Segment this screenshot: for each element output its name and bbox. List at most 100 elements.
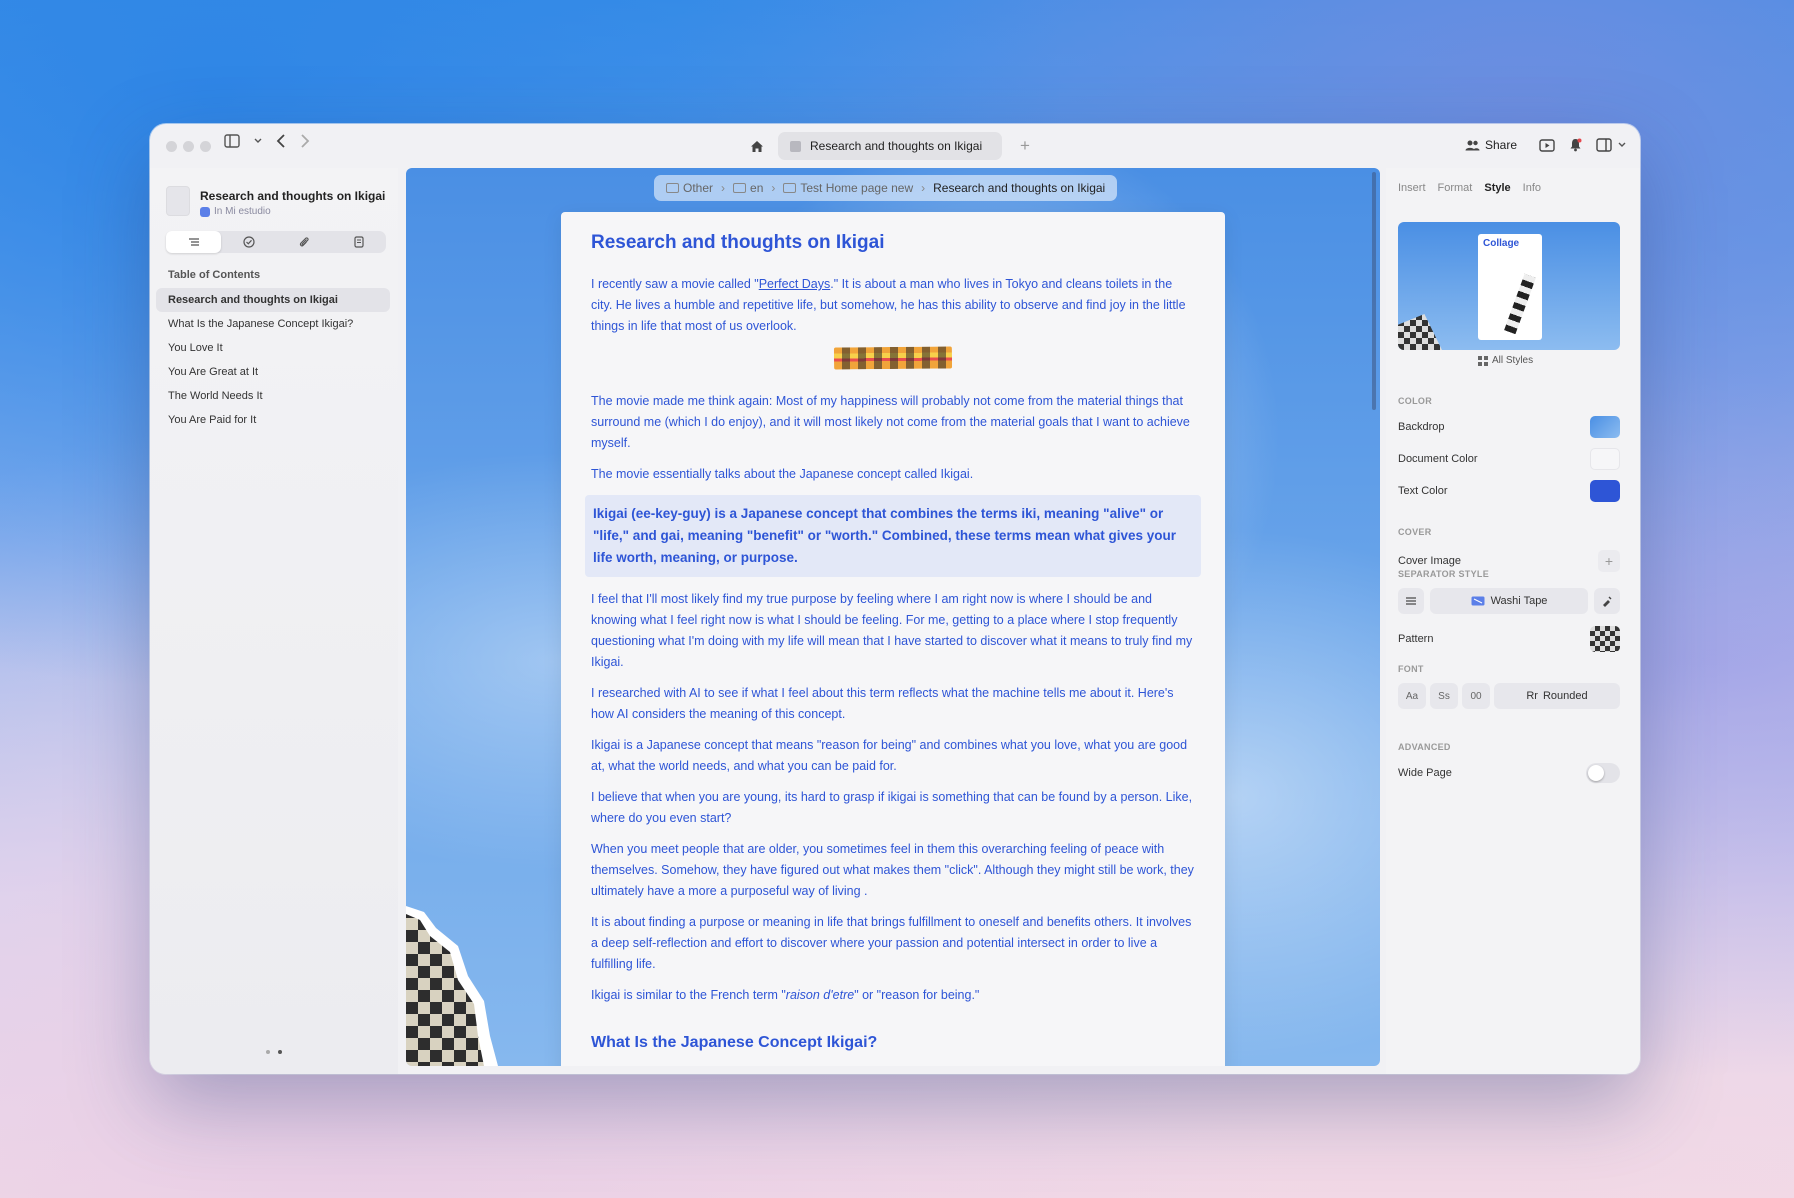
font-serif-option[interactable]: Ss	[1430, 683, 1458, 709]
tab-insert[interactable]: Insert	[1398, 182, 1426, 194]
tab-info[interactable]: Info	[1523, 182, 1541, 194]
sidebar-document-title: Research and thoughts on Ikigai	[200, 189, 386, 203]
left-sidebar: Research and thoughts on Ikigai In Mi es…	[150, 168, 398, 1074]
back-arrow-icon[interactable]	[276, 134, 286, 148]
scrollbar[interactable]	[1372, 172, 1376, 410]
color-section-heading: COLOR	[1398, 396, 1432, 406]
toc-heading: Table of Contents	[168, 269, 261, 281]
pattern-swatch[interactable]	[1590, 626, 1620, 652]
paragraph[interactable]: The movie made me think again: Most of m…	[591, 391, 1195, 454]
callout-block[interactable]: Ikigai (ee-key-guy) is a Japanese concep…	[585, 495, 1201, 577]
toc-item-world-needs-it[interactable]: The World Needs It	[156, 384, 390, 408]
font-selected-label: Rounded	[1542, 690, 1588, 702]
separator-lines-button[interactable]	[1398, 588, 1424, 614]
paragraph[interactable]: The movie essentially talks about the Ja…	[591, 464, 1195, 485]
pattern-label: Pattern	[1398, 633, 1434, 645]
inspector-panel: Insert Format Style Info Collage All Sty…	[1386, 168, 1640, 1074]
inspector-toggle-icon[interactable]	[1596, 138, 1612, 152]
chevron-down-icon[interactable]	[254, 138, 262, 144]
chevron-right-icon: ›	[771, 181, 776, 195]
font-rounded-option[interactable]: Rr Rounded	[1494, 683, 1620, 709]
paragraph[interactable]: I feel that I'll most likely find my tru…	[591, 589, 1195, 673]
callout-text[interactable]: Ikigai (ee-key-guy) is a Japanese concep…	[593, 503, 1193, 569]
checklist-icon[interactable]	[221, 231, 276, 253]
inspector-tabs: Insert Format Style Info	[1398, 182, 1541, 194]
forward-arrow-icon[interactable]	[300, 134, 310, 148]
breadcrumb: Other › en › Test Home page new › Resear…	[654, 175, 1118, 201]
wide-page-toggle[interactable]	[1586, 763, 1620, 783]
close-window-button[interactable]	[166, 141, 177, 152]
paragraph[interactable]: Ikigai is similar to the French term "ra…	[591, 985, 1195, 1006]
home-icon[interactable]	[750, 140, 764, 153]
titlebar: Research and thoughts on Ikigai + Share	[150, 124, 1640, 168]
strip-decoration	[1504, 273, 1536, 335]
toc-list-icon[interactable]	[166, 231, 221, 253]
cover-section-heading: COVER	[1398, 527, 1432, 537]
breadcrumb-current[interactable]: Research and thoughts on Ikigai	[933, 181, 1105, 195]
cover-image-label: Cover Image	[1398, 555, 1461, 567]
toc-item-what-is-ikigai[interactable]: What Is the Japanese Concept Ikigai?	[156, 312, 390, 336]
font-default-option[interactable]: Aa	[1398, 683, 1426, 709]
chevron-down-icon[interactable]	[1618, 142, 1626, 148]
tab-style[interactable]: Style	[1484, 182, 1510, 194]
paperclip-icon[interactable]	[276, 231, 331, 253]
people-icon	[1465, 140, 1480, 150]
chevron-right-icon: ›	[721, 181, 726, 195]
space-icon	[200, 206, 210, 217]
toc-item-you-love-it[interactable]: You Love It	[156, 336, 390, 360]
text-color-row: Text Color	[1398, 478, 1620, 504]
document-thumbnail	[166, 186, 190, 216]
collage-label: Collage	[1483, 238, 1520, 249]
new-tab-plus-icon[interactable]: +	[1020, 136, 1030, 156]
play-icon[interactable]	[1539, 138, 1555, 152]
sidebar-toggle-icon[interactable]	[224, 134, 240, 148]
add-cover-button[interactable]: +	[1598, 550, 1620, 572]
separator-edit-button[interactable]	[1594, 588, 1620, 614]
chevron-right-icon: ›	[921, 181, 926, 195]
toc-item-paid-for-it[interactable]: You Are Paid for It	[156, 408, 390, 432]
style-preview-collage[interactable]: Collage	[1398, 222, 1620, 350]
grid-icon	[1478, 355, 1488, 366]
breadcrumb-item-en[interactable]: en	[733, 181, 763, 195]
document-color-swatch[interactable]	[1590, 448, 1620, 470]
perfect-days-link[interactable]: Perfect Days	[759, 277, 831, 291]
text-color-label: Text Color	[1398, 485, 1448, 497]
pattern-row: Pattern	[1398, 626, 1620, 652]
breadcrumb-item-test-home[interactable]: Test Home page new	[783, 181, 913, 195]
bookmark-icon[interactable]	[331, 231, 386, 253]
document-header[interactable]: Research and thoughts on Ikigai In Mi es…	[166, 186, 385, 217]
paragraph[interactable]: I believe that when you are young, its h…	[591, 787, 1195, 829]
paragraph[interactable]: I researched with AI to see if what I fe…	[591, 683, 1195, 725]
document-page[interactable]: Research and thoughts on Ikigai I recent…	[561, 212, 1225, 1066]
tab-format[interactable]: Format	[1438, 182, 1473, 194]
backdrop-swatch[interactable]	[1590, 416, 1620, 438]
zoom-window-button[interactable]	[200, 141, 211, 152]
document-title[interactable]: Research and thoughts on Ikigai	[591, 232, 1195, 254]
toc-item-great-at-it[interactable]: You Are Great at It	[156, 360, 390, 384]
font-options: Aa Ss 00 Rr Rounded	[1398, 683, 1620, 709]
folder-icon	[783, 183, 797, 193]
washi-tape-button[interactable]: Washi Tape	[1430, 588, 1588, 614]
bell-icon[interactable]	[1569, 138, 1582, 152]
all-styles-button[interactable]: All Styles	[1478, 355, 1533, 366]
paragraph[interactable]: I recently saw a movie called "Perfect D…	[591, 274, 1195, 337]
checker-decoration	[1398, 314, 1442, 350]
paragraph[interactable]: When you meet people that are older, you…	[591, 839, 1195, 902]
breadcrumb-item-other[interactable]: Other	[666, 181, 713, 195]
text-color-swatch[interactable]	[1590, 480, 1620, 502]
lines-icon	[1406, 597, 1416, 605]
font-mono-option[interactable]: 00	[1462, 683, 1490, 709]
sidebar-page-indicator	[266, 1050, 282, 1054]
separator-style-control: Washi Tape	[1398, 588, 1620, 614]
section-heading[interactable]: What Is the Japanese Concept Ikigai?	[591, 1034, 1195, 1052]
document-tab[interactable]: Research and thoughts on Ikigai	[778, 132, 1002, 160]
minimize-window-button[interactable]	[183, 141, 194, 152]
document-icon	[790, 140, 801, 152]
paragraph[interactable]: Ikigai is a Japanese concept that means …	[591, 735, 1195, 777]
document-canvas: Other › en › Test Home page new › Resear…	[406, 168, 1380, 1066]
toc-item-research[interactable]: Research and thoughts on Ikigai	[156, 288, 390, 312]
paragraph[interactable]: It is about finding a purpose or meaning…	[591, 912, 1195, 975]
page-dot[interactable]	[266, 1050, 270, 1054]
page-dot-active[interactable]	[278, 1050, 282, 1054]
share-button[interactable]: Share	[1457, 134, 1525, 156]
